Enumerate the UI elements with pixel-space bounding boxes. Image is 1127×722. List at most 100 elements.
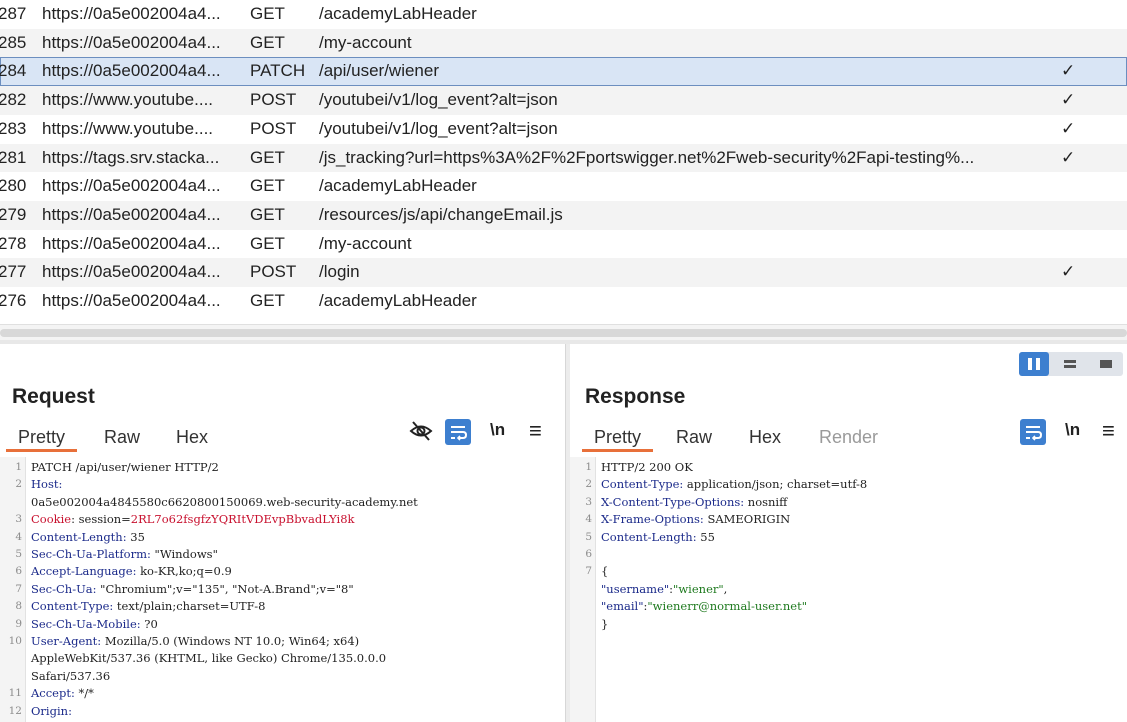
layout-toggle: [1019, 352, 1123, 376]
request-host: https://0a5e002004a4...: [42, 233, 221, 253]
request-method: GET: [250, 204, 285, 224]
layout-single-icon[interactable]: [1091, 352, 1121, 376]
header-name: X-Frame-Options: [601, 512, 700, 527]
layout-stacked-icon[interactable]: [1055, 352, 1085, 376]
layout-side-by-side-icon[interactable]: [1019, 352, 1049, 376]
json-key: "username": [601, 581, 670, 596]
request-method: POST: [250, 118, 297, 138]
line-text: AppleWebKit/537.36 (KHTML, like Gecko) C…: [31, 651, 387, 666]
json-key: "email": [601, 599, 644, 614]
line-number: 9: [15, 617, 22, 630]
hamburger-menu-icon[interactable]: ≡: [1102, 418, 1115, 444]
edited-checkmark-icon: ✓: [1061, 90, 1076, 110]
request-host: https://0a5e002004a4...: [42, 32, 221, 52]
header-name: Content-Type: [601, 477, 680, 492]
line-number: 5: [15, 548, 22, 560]
code-text: 0a5e002004a4845580c6620800150069.web-sec…: [31, 494, 418, 511]
code-text: "email":"wienerr@normal-user.net": [601, 598, 807, 615]
request-number: 283: [0, 118, 27, 138]
request-host: https://0a5e002004a4...: [42, 262, 221, 282]
header-colon: :: [68, 703, 72, 718]
show-newlines-toggle[interactable]: \n: [490, 420, 505, 440]
history-row[interactable]: 280 https://0a5e002004a4... GET/academyLab…: [0, 172, 1127, 201]
response-tab-raw[interactable]: Raw: [664, 424, 724, 452]
code-text: Sec-Ch-Ua: "Chromium";v="135", "Not-A.Br…: [31, 581, 354, 598]
line-number: 3: [585, 495, 592, 508]
request-url: /youtubei/v1/log_event?alt=json: [319, 118, 558, 138]
proxy-history-table: 287 https://0a5e002004a4... GET/academyLab…: [0, 0, 1127, 330]
line-number: 1: [15, 461, 22, 473]
header-value: "Windows": [150, 547, 218, 561]
response-title: Response: [585, 385, 686, 408]
history-row[interactable]: 282 https://www.youtube.... POST/youtubei/…: [0, 86, 1127, 115]
request-method: GET: [250, 233, 285, 253]
request-url: /resources/js/api/changeEmail.js: [319, 204, 563, 224]
history-row[interactable]: 277 https://0a5e002004a4... POST/login ✓: [0, 258, 1127, 287]
header-value: */*: [74, 686, 94, 701]
request-method: GET: [250, 147, 285, 167]
line-text: }: [601, 616, 609, 631]
response-editor[interactable]: 1 HTTP/2 200 OK 2 Content-Type: application…: [570, 457, 1127, 722]
request-url: /academyLabHeader: [319, 176, 477, 196]
line-number: 10: [8, 635, 22, 647]
history-row[interactable]: 281 https://tags.srv.stacka... GET/js_trac…: [0, 143, 1127, 173]
code-text: Sec-Ch-Ua-Mobile: ?0: [31, 616, 158, 633]
line-number: 2: [585, 478, 592, 491]
request-editor[interactable]: 1 PATCH /api/user/wiener HTTP/2 2 Host: 0a5e…: [0, 457, 563, 722]
code-text: Safari/537.36: [31, 668, 110, 685]
request-title: Request: [12, 385, 95, 408]
code-text: Sec-Ch-Ua-Platform: "Windows": [31, 546, 218, 563]
request-host: https://tags.srv.stacka...: [42, 147, 220, 167]
header-value: ?0: [140, 616, 158, 631]
request-number: 284: [0, 61, 27, 81]
request-host: https://www.youtube....: [42, 90, 214, 110]
code-text: Accept-Language: ko-KR,ko;q=0.9: [31, 563, 232, 580]
word-wrap-icon[interactable]: [445, 419, 471, 445]
request-url: /my-account: [319, 233, 412, 253]
json-trailing-comma: ,: [723, 581, 728, 596]
line-number: 6: [15, 565, 22, 578]
request-number: 278: [0, 233, 27, 253]
history-row[interactable]: 283 https://www.youtube.... POST/youtubei/…: [0, 115, 1127, 144]
history-row[interactable]: 276 https://0a5e002004a4... GET/academyLab…: [0, 287, 1127, 316]
request-method: GET: [250, 4, 285, 23]
word-wrap-icon[interactable]: [1020, 419, 1046, 445]
request-tab-raw[interactable]: Raw: [92, 424, 152, 452]
line-number: 4: [15, 530, 22, 543]
request-tab-pretty[interactable]: Pretty: [6, 424, 78, 452]
line-text: HTTP/2 200 OK: [601, 460, 693, 474]
hamburger-menu-icon[interactable]: ≡: [529, 418, 542, 444]
edited-checkmark-icon: ✓: [1061, 118, 1076, 138]
line-text: Safari/537.36: [31, 668, 111, 683]
line-number: 1: [585, 461, 592, 473]
history-scrollbar-thumb[interactable]: [0, 329, 1127, 337]
show-newlines-toggle[interactable]: \n: [1065, 420, 1080, 440]
header-name: Content-Length: [31, 529, 123, 544]
line-number: 3: [15, 513, 22, 526]
header-name: Sec-Ch-Ua: [31, 581, 93, 596]
response-tab-pretty[interactable]: Pretty: [582, 424, 654, 452]
code-text: AppleWebKit/537.36 (KHTML, like Gecko) C…: [31, 650, 386, 667]
response-tab-hex[interactable]: Hex: [737, 424, 793, 452]
history-row[interactable]: 284 https://0a5e002004a4... PATCH/api/user…: [0, 57, 1127, 87]
response-tab-render[interactable]: Render: [807, 424, 890, 452]
line-number: 5: [585, 530, 592, 543]
code-text: Content-Length: 55: [601, 529, 715, 546]
code-text: User-Agent: Mozilla/5.0 (Windows NT 10.0…: [31, 633, 359, 650]
request-method: GET: [250, 176, 285, 196]
eye-slash-icon[interactable]: [408, 418, 434, 444]
edited-checkmark-icon: ✓: [1061, 262, 1076, 282]
history-row[interactable]: 287 https://0a5e002004a4... GET/academyLab…: [0, 0, 1127, 29]
request-tab-hex[interactable]: Hex: [164, 424, 220, 452]
code-text: Content-Type: text/plain;charset=UTF-8: [31, 598, 265, 615]
code-text: Content-Length: 35: [31, 529, 145, 546]
header-value: nosniff: [744, 494, 788, 509]
request-pane: Request Pretty Raw Hex \n ≡ 1 PATCH /api/…: [0, 344, 565, 722]
history-row[interactable]: 278 https://0a5e002004a4... GET/my-account: [0, 230, 1127, 259]
history-scrollbar[interactable]: [0, 324, 1127, 340]
request-method: PATCH: [250, 61, 306, 81]
request-url: /youtubei/v1/log_event?alt=json: [319, 90, 558, 110]
history-row[interactable]: 285 https://0a5e002004a4... GET/my-account: [0, 28, 1127, 58]
line-number: 11: [8, 687, 22, 700]
history-row[interactable]: 279 https://0a5e002004a4... GET/resources/…: [0, 200, 1127, 230]
